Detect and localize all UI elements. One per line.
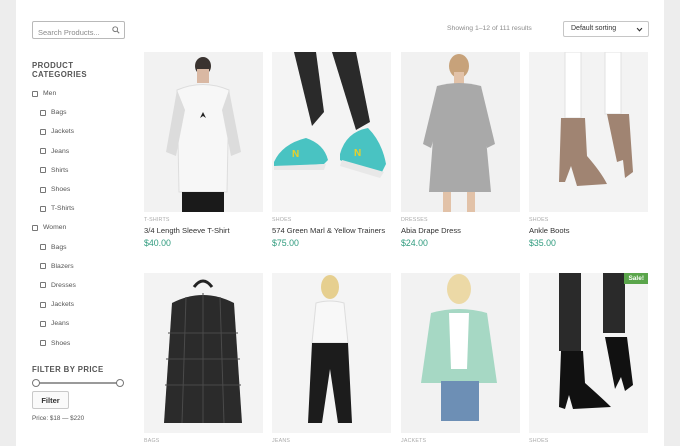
category-label: T-Shirts	[51, 205, 75, 213]
checkbox[interactable]	[40, 320, 46, 327]
shop-page: Product Categories Men Bags Jackets Jean…	[16, 0, 664, 446]
category-label: Shoes	[51, 186, 71, 194]
checkbox[interactable]	[40, 301, 46, 308]
category-item-men-tshirts[interactable]: T-Shirts	[32, 199, 128, 218]
product-category: Bags	[144, 438, 160, 444]
product-image-backpack[interactable]	[144, 273, 263, 433]
category-item-women-dresses[interactable]: Dresses	[32, 276, 128, 295]
category-item-men-shirts[interactable]: Shirts	[32, 161, 128, 180]
product-image-ankle-boots[interactable]	[529, 52, 648, 212]
category-list: Men Bags Jackets Jeans Shirts Shoes T-Sh…	[32, 84, 128, 353]
category-label: Dresses	[51, 281, 76, 289]
checkbox[interactable]	[40, 263, 46, 270]
product-card[interactable]: N N Shoes 574 Green Marl & Yellow Traine…	[272, 52, 391, 248]
product-card[interactable]: Jackets	[401, 273, 520, 444]
product-category: Shoes	[272, 217, 292, 223]
checkbox[interactable]	[40, 109, 46, 116]
category-item-women-jeans[interactable]: Jeans	[32, 314, 128, 333]
category-item-women[interactable]: Women	[32, 218, 128, 237]
product-category: Jeans	[272, 438, 291, 444]
filter-button[interactable]: Filter	[32, 391, 69, 409]
product-name[interactable]: Abia Drape Dress	[401, 226, 520, 235]
product-category: Shoes	[529, 438, 549, 444]
product-image-jeans[interactable]	[272, 273, 391, 433]
category-label: Jackets	[51, 301, 75, 309]
product-card[interactable]: Shoes Ankle Boots $35.00	[529, 52, 648, 248]
categories-title: Product Categories	[32, 61, 87, 79]
category-item-women-bags[interactable]: Bags	[32, 238, 128, 257]
product-card[interactable]: Bags	[144, 273, 263, 444]
category-item-men-bags[interactable]: Bags	[32, 103, 128, 122]
product-image-black-boots[interactable]: Sale!	[529, 273, 648, 433]
checkbox[interactable]	[32, 224, 38, 231]
checkbox[interactable]	[40, 167, 46, 174]
product-category: Jackets	[401, 438, 427, 444]
product-card[interactable]: T-Shirts 3/4 Length Sleeve T-Shirt $40.0…	[144, 52, 263, 248]
product-category: Shoes	[529, 217, 549, 223]
checkbox[interactable]	[32, 90, 38, 97]
slider-max-handle[interactable]	[116, 379, 124, 387]
product-card[interactable]: Jeans	[272, 273, 391, 444]
category-item-women-jackets[interactable]: Jackets	[32, 295, 128, 314]
price-filter-title: Filter by Price	[32, 365, 104, 374]
category-label: Bags	[51, 243, 67, 251]
product-name[interactable]: 3/4 Length Sleeve T-Shirt	[144, 226, 263, 235]
checkbox[interactable]	[40, 244, 46, 251]
checkbox[interactable]	[40, 186, 46, 193]
category-item-women-blazers[interactable]: Blazers	[32, 257, 128, 276]
product-card[interactable]: Sale! Shoes	[529, 273, 648, 444]
price-range-label: Price: $18 — $220	[32, 415, 85, 422]
category-label: Shoes	[51, 339, 71, 347]
search-input[interactable]	[33, 24, 111, 41]
product-search[interactable]	[32, 21, 125, 41]
category-label: Jackets	[51, 128, 75, 136]
product-image-jacket[interactable]	[401, 273, 520, 433]
chevron-down-icon	[636, 27, 643, 32]
search-icon[interactable]	[112, 26, 120, 34]
checkbox[interactable]	[40, 148, 46, 155]
category-item-men-jeans[interactable]: Jeans	[32, 142, 128, 161]
slider-min-handle[interactable]	[32, 379, 40, 387]
category-item-men-jackets[interactable]: Jackets	[32, 122, 128, 141]
checkbox[interactable]	[40, 205, 46, 212]
product-price: $35.00	[529, 238, 556, 248]
product-name[interactable]: 574 Green Marl & Yellow Trainers	[272, 226, 391, 235]
sale-badge: Sale!	[624, 273, 648, 284]
result-count: Showing 1–12 of 111 results	[447, 25, 532, 32]
category-item-men-shoes[interactable]: Shoes	[32, 180, 128, 199]
svg-text:N: N	[354, 148, 361, 159]
product-price: $75.00	[272, 238, 299, 248]
product-card[interactable]: Dresses Abia Drape Dress $24.00	[401, 52, 520, 248]
product-image-dress[interactable]	[401, 52, 520, 212]
checkbox[interactable]	[40, 340, 46, 347]
sidebar: Product Categories Men Bags Jackets Jean…	[32, 21, 128, 353]
product-category: T-Shirts	[144, 217, 170, 223]
product-category: Dresses	[401, 217, 428, 223]
checkbox[interactable]	[40, 128, 46, 135]
svg-text:N: N	[292, 149, 299, 160]
category-item-men[interactable]: Men	[32, 84, 128, 103]
category-label: Women	[43, 224, 67, 232]
price-slider[interactable]	[32, 378, 124, 388]
sorting-value: Default sorting	[571, 25, 617, 32]
product-image-trainers[interactable]: N N	[272, 52, 391, 212]
product-image-tshirt[interactable]	[144, 52, 263, 212]
category-label: Bags	[51, 109, 67, 117]
slider-track	[35, 382, 121, 384]
category-item-women-shoes[interactable]: Shoes	[32, 333, 128, 352]
product-price: $24.00	[401, 238, 428, 248]
category-label: Jeans	[51, 147, 70, 155]
checkbox[interactable]	[40, 282, 46, 289]
category-label: Shirts	[51, 166, 69, 174]
product-name[interactable]: Ankle Boots	[529, 226, 648, 235]
category-label: Men	[43, 90, 57, 98]
product-price: $40.00	[144, 238, 171, 248]
category-label: Blazers	[51, 262, 74, 270]
sorting-select[interactable]: Default sorting	[563, 21, 649, 37]
category-label: Jeans	[51, 320, 70, 328]
